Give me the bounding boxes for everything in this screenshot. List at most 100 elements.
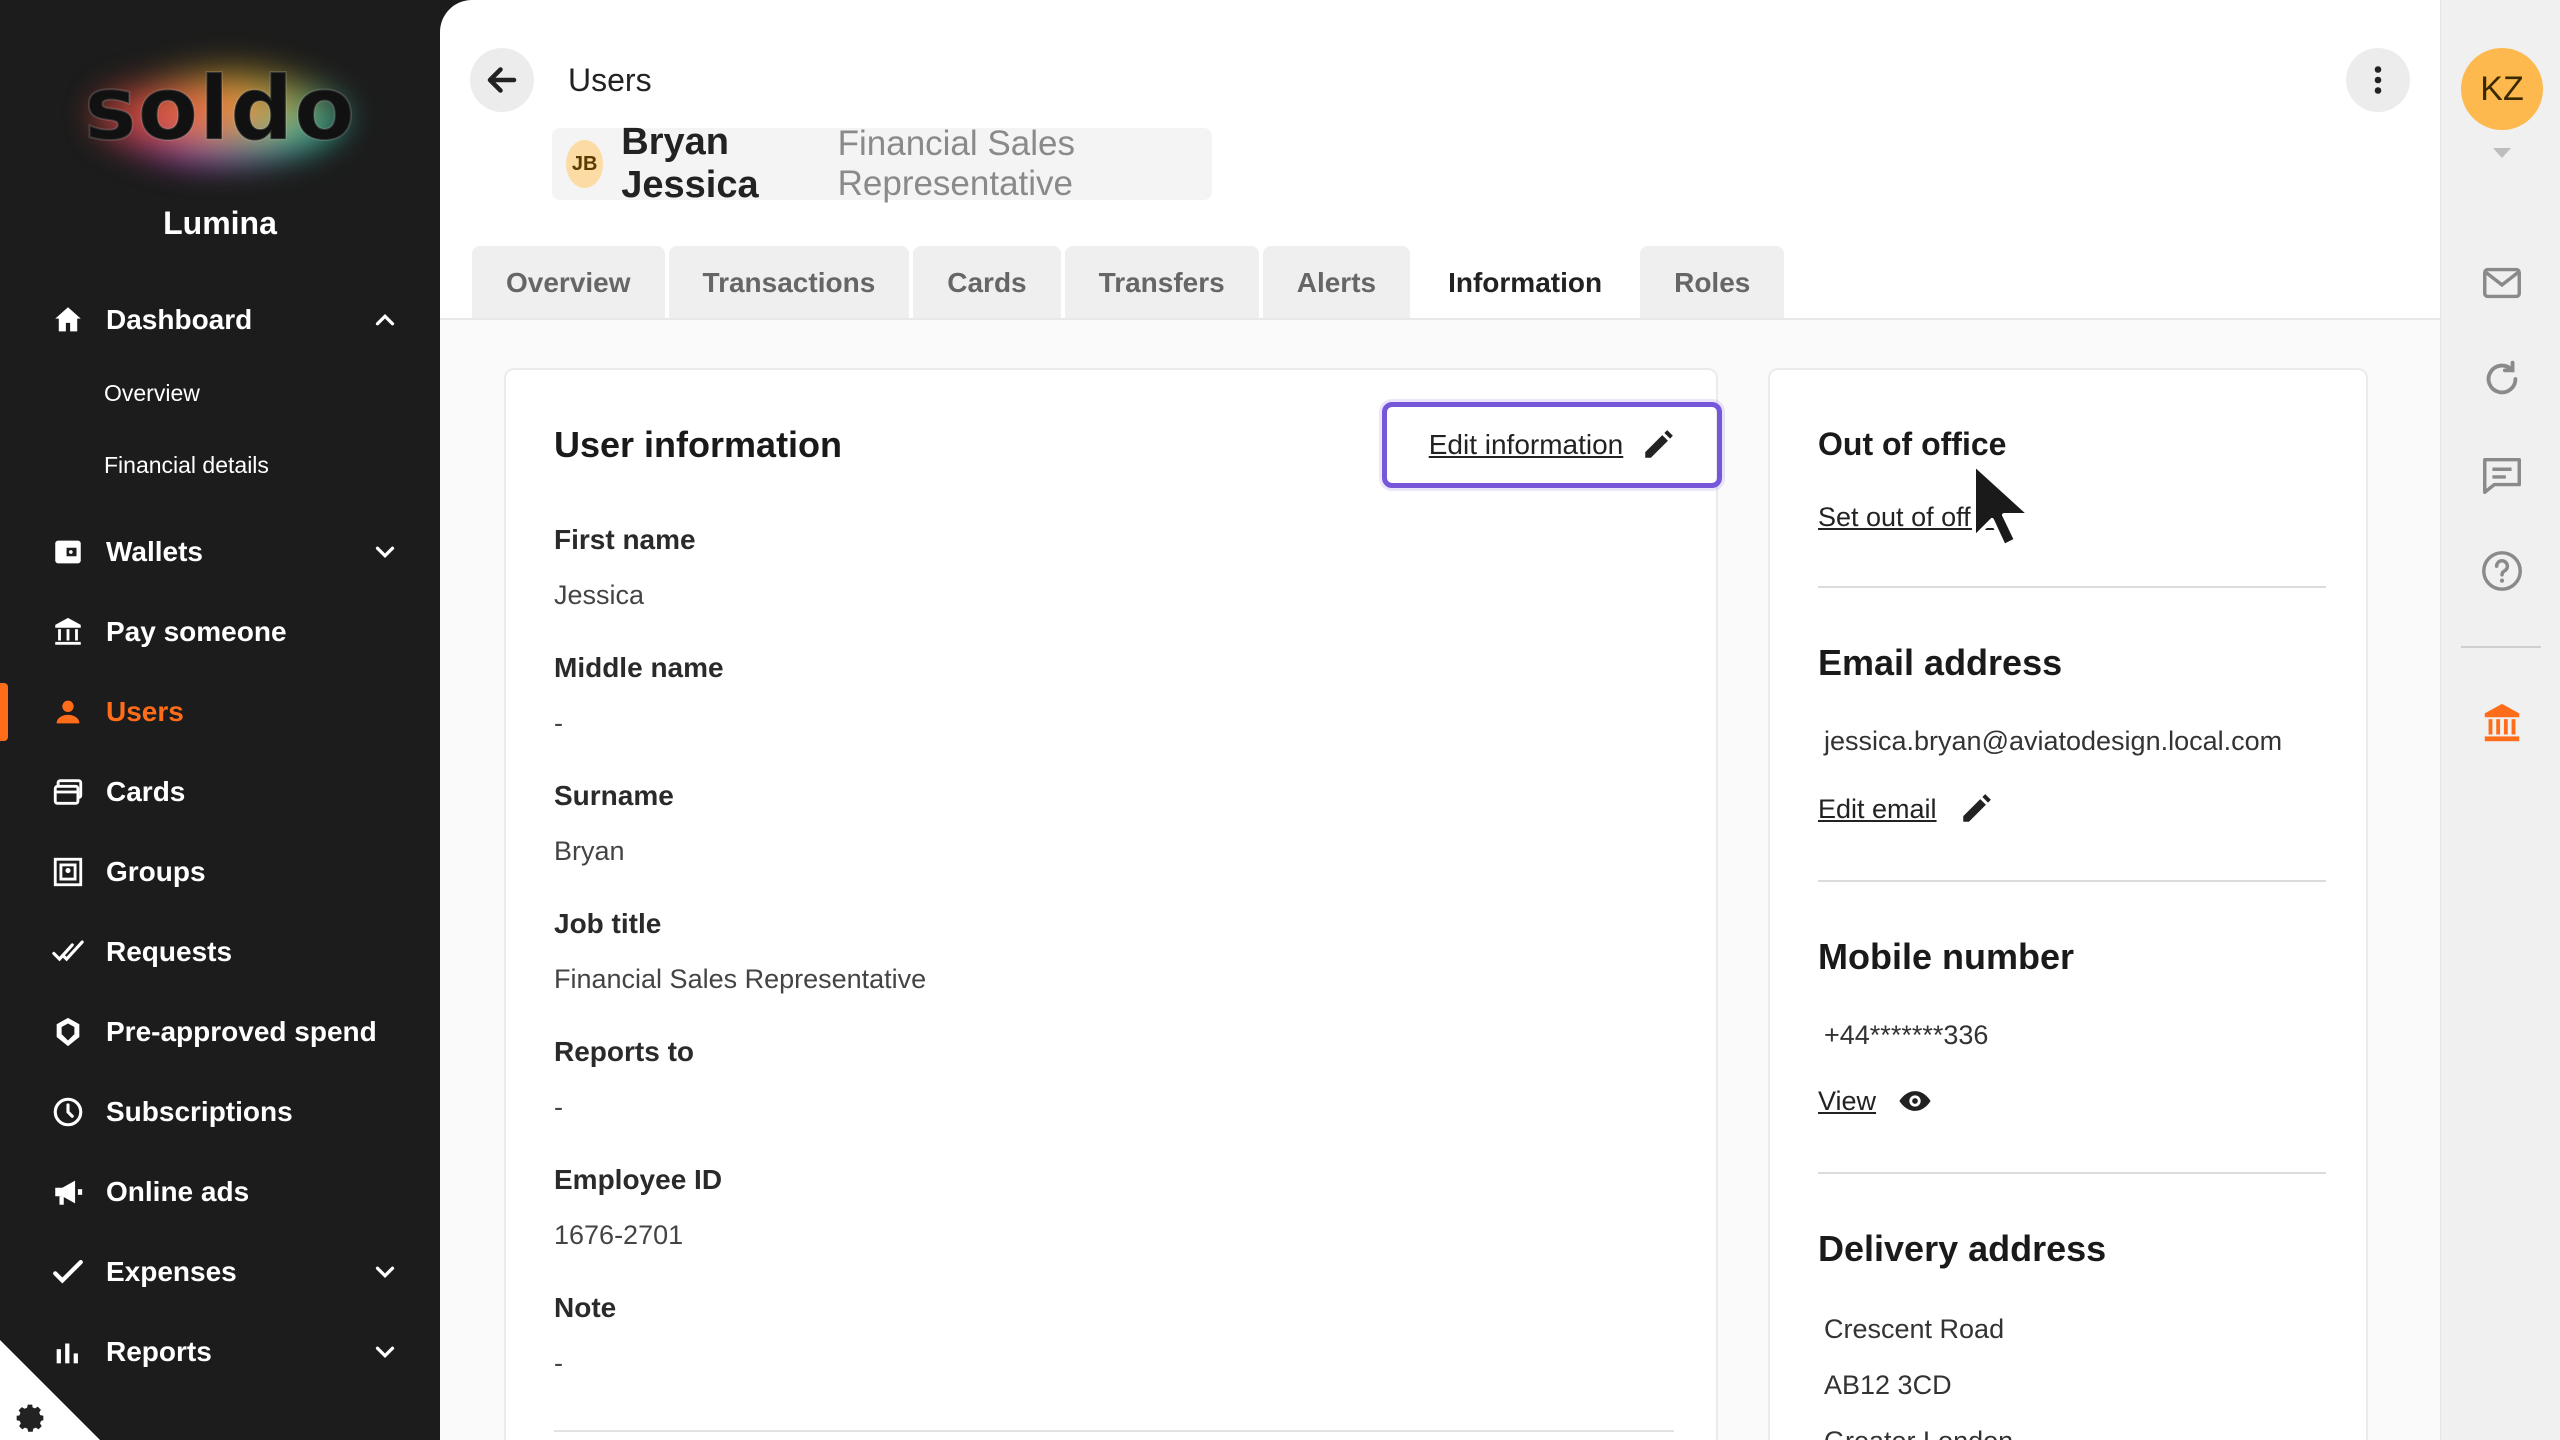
user-role: Financial Sales Representative — [837, 124, 1075, 203]
delivery-address-title: Delivery address — [1818, 1228, 2107, 1269]
requests-icon — [48, 932, 88, 972]
job-title-value: Financial Sales Representative — [554, 964, 927, 994]
mobile-value: +44*******336 — [1824, 1020, 1989, 1050]
user-information-card: User information Edit information First … — [504, 368, 1722, 1440]
email-value: jessica.bryan@aviatodesign.local.com — [1824, 726, 2283, 756]
job-title-label: Job title — [554, 908, 662, 939]
tab-transactions[interactable]: Transactions — [668, 246, 910, 320]
employee-id-label: Employee ID — [554, 1164, 723, 1195]
cards-icon — [48, 772, 88, 812]
middle-name-label: Middle name — [554, 652, 724, 683]
nav-sub-overview[interactable]: Overview — [104, 380, 200, 407]
nav-pay-someone-label: Pay someone — [106, 616, 287, 647]
first-name-value: Jessica — [554, 580, 645, 610]
edit-email-link[interactable]: Edit email — [1818, 792, 1993, 826]
first-name-label: First name — [554, 524, 696, 555]
nav-groups[interactable]: Groups — [0, 837, 440, 907]
nav-cards[interactable]: Cards — [0, 757, 440, 827]
surname-label: Surname — [554, 780, 674, 811]
bank-transfer-icon — [48, 612, 88, 652]
tab-roles[interactable]: Roles — [1640, 246, 1785, 320]
account-avatar[interactable]: KZ — [2461, 48, 2543, 130]
nav-wallets-label: Wallets — [106, 536, 203, 567]
more-options-button[interactable] — [2346, 48, 2410, 112]
breadcrumb[interactable]: Users — [568, 62, 652, 99]
nav-sub-financial-details[interactable]: Financial details — [104, 452, 269, 479]
mouse-cursor-icon — [1972, 462, 2032, 548]
chevron-down-icon — [375, 546, 395, 559]
mobile-title: Mobile number — [1818, 936, 2075, 977]
wallet-icon — [48, 532, 88, 572]
delivery-line-3: Greater London — [1824, 1426, 2013, 1440]
eye-icon — [1899, 1091, 1931, 1111]
nav-requests-label: Requests — [106, 936, 233, 967]
chevron-down-icon — [375, 1266, 395, 1279]
tab-cards[interactable]: Cards — [913, 246, 1061, 320]
view-label: View — [1818, 1085, 1877, 1116]
surname-value: Bryan — [554, 836, 625, 866]
shield-icon — [48, 1012, 88, 1052]
mail-icon[interactable] — [2479, 260, 2525, 306]
main-panel: Users JB Bryan Jessica Financial Sales R… — [440, 0, 2440, 1440]
divider — [1818, 586, 2326, 588]
chat-icon[interactable] — [2479, 452, 2525, 498]
user-name: Bryan Jessica — [621, 121, 759, 206]
chart-icon — [48, 1332, 88, 1372]
back-button[interactable] — [470, 48, 534, 112]
arrow-left-icon — [487, 67, 517, 93]
nav-subscriptions[interactable]: Subscriptions — [0, 1077, 440, 1147]
tab-bar: Overview Transactions Cards Transfers Al… — [472, 246, 1788, 320]
email-title: Email address — [1818, 642, 2063, 683]
tab-information[interactable]: Information — [1414, 246, 1637, 320]
rail-divider — [2461, 646, 2541, 648]
tab-overview[interactable]: Overview — [472, 246, 665, 320]
reports-to-label: Reports to — [554, 1036, 694, 1067]
edit-information-button[interactable]: Edit information — [1382, 402, 1722, 488]
nav-online-ads[interactable]: Online ads — [0, 1157, 440, 1227]
view-mobile-link[interactable]: View — [1818, 1084, 1932, 1118]
note-value: - — [554, 1348, 563, 1378]
check-icon — [48, 1252, 88, 1292]
tab-transfers[interactable]: Transfers — [1064, 246, 1259, 320]
pencil-icon — [1962, 794, 1991, 822]
logo-text: soldo — [83, 56, 356, 161]
nav-requests[interactable]: Requests — [0, 917, 440, 987]
logo: soldo — [0, 55, 440, 185]
nav-cards-label: Cards — [106, 776, 186, 807]
tabs-divider — [440, 318, 2440, 320]
gear-icon — [16, 1404, 44, 1432]
nav-groups-label: Groups — [106, 856, 206, 887]
user-icon — [48, 692, 88, 732]
bank-icon[interactable] — [2479, 700, 2525, 746]
home-icon — [48, 300, 88, 340]
user-information-title: User information — [554, 424, 843, 465]
nav-reports-label: Reports — [106, 1336, 212, 1367]
refresh-icon[interactable] — [2479, 356, 2525, 402]
contact-card: Out of office Set out of office Email ad… — [1768, 368, 2368, 1440]
nav-users[interactable]: Users — [0, 677, 440, 747]
megaphone-icon — [48, 1172, 88, 1212]
nav-pay-someone[interactable]: Pay someone — [0, 597, 440, 667]
employee-id-value: 1676-2701 — [554, 1220, 684, 1250]
out-of-office-title: Out of office — [1818, 426, 2007, 462]
delivery-line-1: Crescent Road — [1824, 1314, 2005, 1344]
nav-reports[interactable]: Reports — [0, 1317, 440, 1387]
divider — [1818, 1172, 2326, 1174]
clock-icon — [48, 1092, 88, 1132]
nav-dashboard[interactable]: Dashboard — [0, 285, 440, 355]
active-indicator — [0, 683, 8, 741]
caret-down-icon[interactable] — [2491, 146, 2513, 160]
nav-online-ads-label: Online ads — [106, 1176, 250, 1207]
chevron-down-icon — [375, 1346, 395, 1359]
avatar: JB — [566, 140, 604, 188]
reports-to-value: - — [554, 1092, 563, 1122]
nav-dashboard-label: Dashboard — [106, 304, 253, 335]
nav-pre-approved-spend[interactable]: Pre-approved spend — [0, 997, 440, 1067]
nav-expenses[interactable]: Expenses — [0, 1237, 440, 1307]
nav-wallets[interactable]: Wallets — [0, 517, 440, 587]
middle-name-value: - — [554, 708, 563, 738]
tab-alerts[interactable]: Alerts — [1262, 246, 1411, 320]
help-icon[interactable] — [2479, 548, 2525, 594]
nav-pre-approved-spend-label: Pre-approved spend — [106, 1016, 377, 1047]
groups-icon — [48, 852, 88, 892]
